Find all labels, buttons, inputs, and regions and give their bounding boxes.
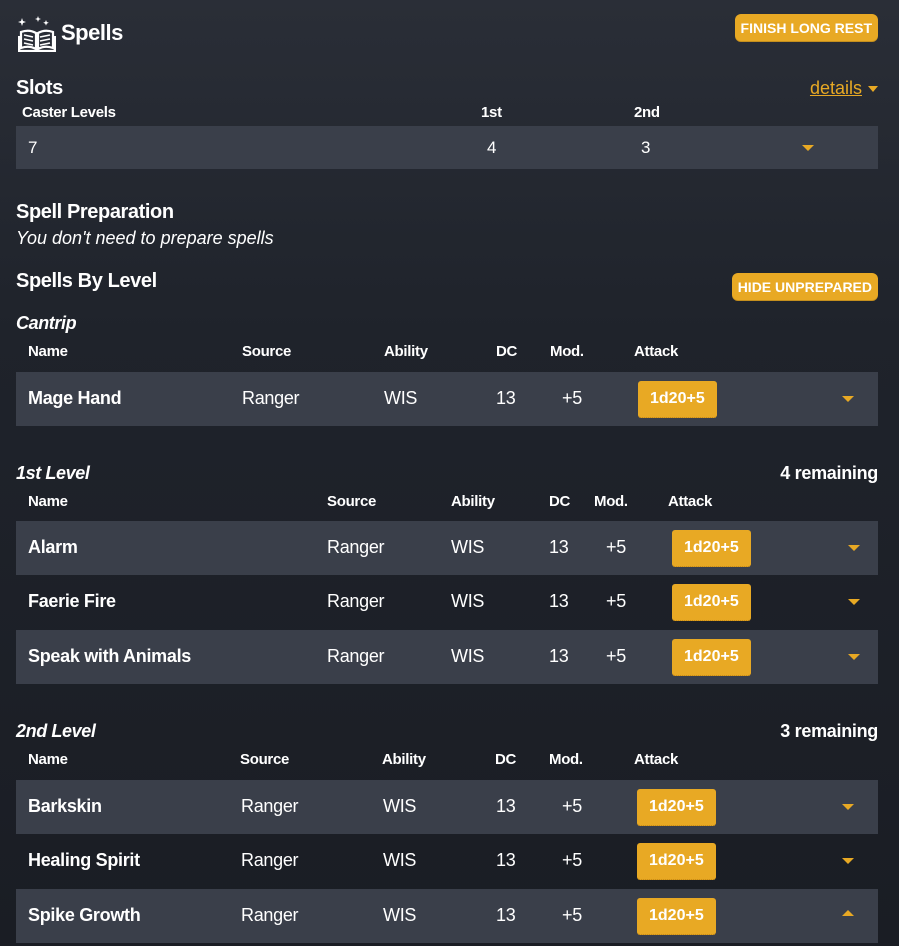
attack-roll-button[interactable]: 1d20+5 bbox=[638, 381, 717, 418]
attack-roll-button[interactable]: 1d20+5 bbox=[637, 789, 716, 826]
spell-ability: WIS bbox=[451, 537, 485, 557]
col-dc: DC bbox=[549, 493, 571, 510]
spell-row[interactable]: Barkskin Ranger WIS 13 +5 1d20+5 bbox=[16, 780, 878, 834]
spell-mod: +5 bbox=[562, 388, 582, 408]
spell-row[interactable]: Faerie Fire Ranger WIS 13 +5 1d20+5 bbox=[16, 575, 878, 629]
spell-ability: WIS bbox=[451, 591, 485, 611]
spell-mod: +5 bbox=[562, 850, 582, 870]
spell-ability: WIS bbox=[383, 850, 417, 870]
chevron-up-icon[interactable] bbox=[842, 910, 854, 916]
col-dc: DC bbox=[495, 751, 517, 768]
hide-unprepared-button[interactable]: HIDE UNPREPARED bbox=[731, 273, 878, 301]
col-ability: Ability bbox=[382, 751, 426, 768]
spell-source: Ranger bbox=[327, 591, 385, 611]
spell-dc: 13 bbox=[549, 646, 569, 666]
spell-row[interactable]: Spike Growth Ranger WIS 13 +5 1d20+5 bbox=[16, 889, 878, 943]
level1-remaining: 4 remaining bbox=[780, 463, 878, 483]
spell-name: Alarm bbox=[28, 537, 78, 557]
spell-name: Speak with Animals bbox=[28, 646, 191, 666]
spell-name: Barkskin bbox=[28, 796, 102, 816]
spell-preparation-title: Spell Preparation bbox=[16, 201, 174, 223]
spell-source: Ranger bbox=[241, 905, 299, 925]
spell-dc: 13 bbox=[549, 591, 569, 611]
chevron-down-icon[interactable] bbox=[842, 804, 854, 810]
col-ability: Ability bbox=[451, 493, 495, 510]
spell-row[interactable]: Alarm Ranger WIS 13 +5 1d20+5 bbox=[16, 521, 878, 575]
spell-name: Faerie Fire bbox=[28, 591, 116, 611]
attack-roll-button[interactable]: 1d20+5 bbox=[637, 898, 716, 935]
spell-dc: 13 bbox=[496, 850, 516, 870]
col-mod: Mod. bbox=[549, 751, 583, 768]
chevron-down-icon bbox=[868, 86, 878, 93]
spell-mod: +5 bbox=[606, 537, 626, 557]
attack-roll-button[interactable]: 1d20+5 bbox=[672, 530, 751, 567]
spell-mod: +5 bbox=[562, 796, 582, 816]
col-ability: Ability bbox=[384, 343, 428, 360]
slots-title: Slots bbox=[16, 77, 63, 99]
attack-roll-button[interactable]: 1d20+5 bbox=[672, 639, 751, 676]
spell-dc: 13 bbox=[496, 388, 516, 408]
spell-dc: 13 bbox=[496, 905, 516, 925]
spell-row[interactable]: Healing Spirit Ranger WIS 13 +5 1d20+5 bbox=[16, 834, 878, 888]
col-source: Source bbox=[242, 343, 292, 360]
chevron-down-icon[interactable] bbox=[842, 858, 854, 864]
spell-ability: WIS bbox=[384, 388, 418, 408]
spells-header: Spells FINISH LONG REST bbox=[16, 0, 878, 68]
cantrip-title: Cantrip bbox=[16, 313, 77, 333]
spell-source: Ranger bbox=[241, 850, 299, 870]
finish-long-rest-button[interactable]: FINISH LONG REST bbox=[734, 14, 878, 42]
slots-col-2nd: 2nd bbox=[634, 104, 660, 121]
spell-dc: 13 bbox=[549, 537, 569, 557]
col-source: Source bbox=[327, 493, 377, 510]
chevron-down-icon[interactable] bbox=[848, 654, 860, 660]
attack-roll-button[interactable]: 1d20+5 bbox=[637, 843, 716, 880]
spell-source: Ranger bbox=[327, 646, 385, 666]
slot-2nd-value: 3 bbox=[641, 138, 651, 157]
level2-title: 2nd Level bbox=[16, 721, 96, 741]
spells-by-level-title: Spells By Level bbox=[16, 270, 157, 292]
spell-preparation-subtitle: You don't need to prepare spells bbox=[16, 228, 274, 248]
col-attack: Attack bbox=[634, 751, 679, 768]
slots-row[interactable]: 7 4 3 bbox=[16, 126, 878, 169]
col-attack: Attack bbox=[668, 493, 713, 510]
spellbook-icon bbox=[18, 16, 56, 52]
col-attack: Attack bbox=[634, 343, 679, 360]
chevron-down-icon[interactable] bbox=[848, 545, 860, 551]
level1-title: 1st Level bbox=[16, 463, 90, 483]
slots-col-1st: 1st bbox=[481, 104, 502, 121]
chevron-down-icon[interactable] bbox=[848, 599, 860, 605]
spell-name: Spike Growth bbox=[28, 905, 141, 925]
spell-ability: WIS bbox=[451, 646, 485, 666]
spell-mod: +5 bbox=[606, 646, 626, 666]
spell-dc: 13 bbox=[496, 796, 516, 816]
spell-ability: WIS bbox=[383, 905, 417, 925]
col-source: Source bbox=[240, 751, 290, 768]
col-name: Name bbox=[28, 493, 68, 510]
slot-1st-value: 4 bbox=[487, 138, 497, 157]
attack-roll-button[interactable]: 1d20+5 bbox=[672, 584, 751, 621]
spell-ability: WIS bbox=[383, 796, 417, 816]
spell-mod: +5 bbox=[606, 591, 626, 611]
spell-mod: +5 bbox=[562, 905, 582, 925]
details-label: details bbox=[809, 78, 862, 98]
chevron-down-icon[interactable] bbox=[842, 396, 854, 402]
col-mod: Mod. bbox=[594, 493, 628, 510]
spell-source: Ranger bbox=[242, 388, 300, 408]
chevron-down-icon[interactable] bbox=[802, 145, 814, 151]
page-title: Spells bbox=[61, 20, 123, 45]
col-dc: DC bbox=[496, 343, 518, 360]
slots-col-caster-levels: Caster Levels bbox=[22, 104, 116, 121]
level2-remaining: 3 remaining bbox=[780, 721, 878, 741]
spell-row[interactable]: Speak with Animals Ranger WIS 13 +5 1d20… bbox=[16, 630, 878, 684]
spell-name: Healing Spirit bbox=[28, 850, 140, 870]
col-name: Name bbox=[28, 751, 68, 768]
spell-row[interactable]: Mage Hand Ranger WIS 13 +5 1d20+5 bbox=[16, 372, 878, 426]
slots-details-link[interactable]: details bbox=[810, 78, 878, 99]
spell-name: Mage Hand bbox=[28, 388, 122, 408]
col-mod: Mod. bbox=[550, 343, 584, 360]
spell-source: Ranger bbox=[241, 796, 299, 816]
spell-source: Ranger bbox=[327, 537, 385, 557]
col-name: Name bbox=[28, 343, 68, 360]
caster-level-value: 7 bbox=[28, 138, 38, 157]
